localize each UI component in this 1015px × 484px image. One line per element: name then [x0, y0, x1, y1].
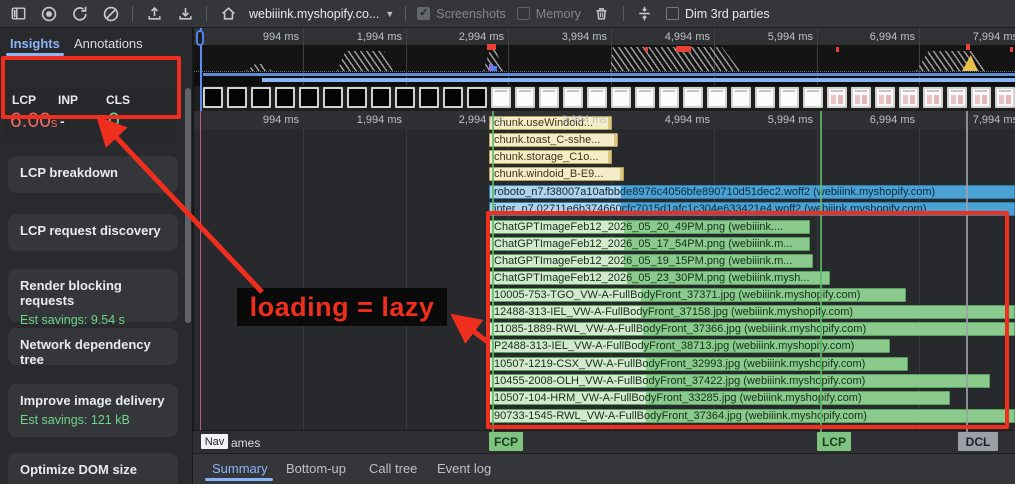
page-select[interactable]: webiiink.myshopify.co... ▼	[249, 7, 394, 21]
load-profile-button[interactable]	[144, 4, 164, 24]
record-and-reload-button[interactable]	[70, 4, 90, 24]
record-button[interactable]	[39, 4, 59, 24]
tab-bottom-up[interactable]: Bottom-up	[286, 461, 346, 476]
tab-summary[interactable]: Summary	[212, 461, 268, 476]
chevron-down-icon: ▼	[385, 8, 395, 19]
clear-button[interactable]	[101, 4, 121, 24]
collapse-vertical-icon	[639, 6, 651, 21]
panel-toggle-button[interactable]	[8, 4, 28, 24]
dim-3rd-parties-checkbox[interactable]	[665, 7, 679, 20]
page-select-value: webiiink.myshopify.co...	[249, 6, 380, 21]
upload-icon	[147, 6, 161, 20]
toolbar-separator	[622, 6, 624, 21]
home-icon	[221, 7, 235, 20]
tab-event-log[interactable]: Event log	[437, 461, 491, 476]
trash-icon	[597, 8, 607, 20]
download-icon	[178, 7, 192, 20]
live-metrics-button[interactable]	[218, 4, 238, 24]
performance-toolbar: webiiink.myshopify.co... ▼ ✓ Screenshots…	[0, 0, 1015, 28]
flame-left-edge-line	[200, 111, 201, 430]
screenshots-checkbox-group[interactable]: ✓ Screenshots	[417, 6, 506, 21]
dim-3rd-parties-label: Dim 3rd parties	[684, 6, 770, 21]
network-request-bar[interactable]: roboto_n7.f38007a10afbbde8976c4056bfe890…	[489, 185, 1015, 199]
frames-track-label: ames	[231, 436, 261, 450]
memory-checkbox-group[interactable]: Memory	[516, 6, 581, 21]
toolbar-separator	[405, 6, 407, 21]
annotation-lazy-label: loading = lazy	[237, 288, 447, 326]
active-tab-underline	[205, 478, 273, 481]
network-request-bar[interactable]: chunk.toast_C-sshe...	[489, 133, 618, 147]
collapse-tracks-button[interactable]	[635, 4, 655, 24]
network-request-bar[interactable]: chunk.storage_C1o...	[489, 150, 612, 164]
toolbar-separator	[206, 6, 207, 21]
tab-call-tree[interactable]: Call tree	[369, 461, 417, 476]
lcp-marker-badge: LCP	[817, 432, 851, 451]
panel-toggle-icon	[11, 7, 25, 20]
nav-marker-chip: Nav	[201, 434, 228, 449]
network-request-bar[interactable]: chunk.windoid_B-E9...	[489, 167, 624, 181]
annotation-metrics-outline	[1, 56, 181, 119]
record-icon	[41, 6, 57, 21]
timings-track	[193, 430, 1015, 453]
fcp-marker-badge: FCP	[489, 432, 523, 451]
annotation-lazy-requests-box	[486, 211, 1009, 429]
save-profile-button[interactable]	[175, 4, 195, 24]
memory-checkbox[interactable]	[516, 7, 530, 20]
devtools-performance-panel: webiiink.myshopify.co... ▼ ✓ Screenshots…	[0, 0, 1015, 484]
toolbar-separator	[132, 6, 133, 21]
memory-label: Memory	[535, 6, 581, 21]
screenshots-label: Screenshots	[436, 6, 506, 21]
dim-3rd-parties-checkbox-group[interactable]: Dim 3rd parties	[665, 6, 770, 21]
screenshots-checkbox[interactable]: ✓	[417, 7, 431, 20]
dcl-marker-badge: DCL	[958, 432, 998, 451]
reload-icon	[73, 6, 87, 21]
network-request-bar[interactable]: chunk.useWindoid...	[489, 116, 612, 130]
block-icon	[103, 6, 119, 21]
collect-garbage-button[interactable]	[592, 4, 612, 24]
